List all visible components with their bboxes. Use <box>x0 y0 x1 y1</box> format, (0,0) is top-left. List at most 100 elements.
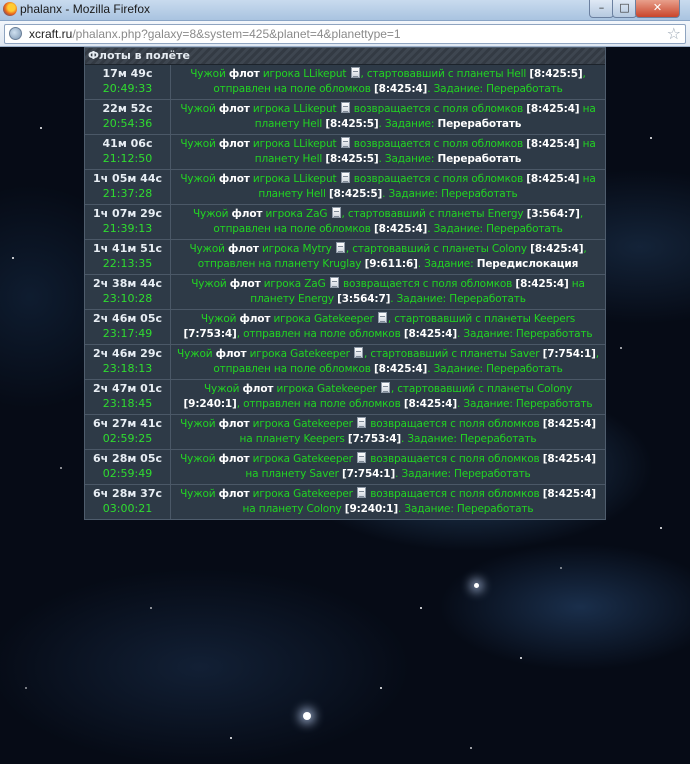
fleet-info-icon[interactable] <box>329 277 339 288</box>
fleet-connector: на <box>239 433 253 445</box>
fleet-coords-2[interactable]: [9:240:1] <box>345 503 398 515</box>
fleet-destination: отправлен на поле обломков <box>213 83 375 95</box>
fleet-prefix: Чужой <box>177 348 216 360</box>
fleet-coords-1[interactable]: [8:425:4] <box>530 243 583 255</box>
fleet-row: 1ч 07м 29с 21:39:13 Чужой флот игрока ZaG … <box>85 205 605 240</box>
fleet-duration: 2ч 38м 44с <box>93 277 162 290</box>
fleet-player[interactable]: игрока LLikeput <box>250 103 340 115</box>
fleet-connector: на <box>579 173 596 185</box>
fleet-prefix: Чужой <box>189 243 228 255</box>
fleet-time-cell: 6ч 28м 05с 02:59:49 <box>85 450 171 484</box>
fleet-arrival-time: 21:39:13 <box>102 222 153 235</box>
fleet-prefix: Чужой <box>180 173 219 185</box>
fleet-player[interactable]: игрока Gatekeeper <box>249 418 356 430</box>
fleet-arrival-time: 20:54:36 <box>102 117 153 130</box>
fleet-coords-2[interactable]: [8:425:4] <box>404 398 457 410</box>
fleet-coords-1[interactable]: [9:240:1] <box>184 398 237 410</box>
fleet-info-icon[interactable] <box>377 312 387 323</box>
fleet-coords-1[interactable]: [7:754:1] <box>543 348 596 360</box>
url-path: /phalanx.php?galaxy=8&system=425&planet=… <box>72 27 401 41</box>
fleet-coords-2[interactable]: [8:425:4] <box>374 83 427 95</box>
fleet-arrival-time: 23:18:45 <box>102 397 153 410</box>
fleet-player[interactable]: игрока Gatekeeper <box>273 383 380 395</box>
fleet-time-cell: 6ч 28м 37с 03:00:21 <box>85 485 171 519</box>
fleet-coords-1[interactable]: [8:425:4] <box>543 488 596 500</box>
fleet-coords-1[interactable]: [3:564:7] <box>527 208 580 220</box>
maximize-button[interactable]: □ <box>612 0 637 18</box>
fleet-player[interactable]: игрока Gatekeeper <box>249 453 356 465</box>
fleet-coords-1[interactable]: [8:425:4] <box>543 418 596 430</box>
fleet-origin: возвращается с поля обломков <box>350 138 527 150</box>
fleet-coords-1[interactable]: [8:425:4] <box>515 278 568 290</box>
fleet-origin: , стартовавший с планеты Keepers <box>387 313 576 325</box>
fleet-player[interactable]: игрока LLikeput <box>250 138 340 150</box>
fleet-destination: отправлен на поле обломков <box>213 363 375 375</box>
fleet-info-icon[interactable] <box>335 242 345 253</box>
fleet-mission-label: . Задание: Переработать <box>427 363 563 375</box>
fleet-info-icon[interactable] <box>331 207 341 218</box>
fleet-arrival-time: 02:59:25 <box>102 432 153 445</box>
fleet-coords-2[interactable]: [8:425:5] <box>325 118 378 130</box>
fleet-info-icon[interactable] <box>357 452 367 463</box>
fleet-coords-1[interactable]: [7:753:4] <box>184 328 237 340</box>
close-button[interactable]: ✕ <box>635 0 680 18</box>
fleet-player[interactable]: игрока Gatekeeper <box>270 313 377 325</box>
fleet-info-icon[interactable] <box>357 417 367 428</box>
fleet-coords-2[interactable]: [8:425:5] <box>329 188 382 200</box>
fleet-duration: 1ч 05м 44с <box>93 172 162 185</box>
fleet-player[interactable]: игрока Mytry <box>259 243 335 255</box>
fleet-coords-1[interactable]: [8:425:4] <box>526 138 579 150</box>
fleet-row: 6ч 28м 37с 03:00:21 Чужой флот игрока Gate… <box>85 485 605 519</box>
bookmark-star-icon[interactable]: ☆ <box>667 24 681 43</box>
fleet-destination: планету Colony <box>255 503 345 515</box>
fleet-coords-1[interactable]: [8:425:4] <box>526 103 579 115</box>
fleet-connector: на <box>245 468 259 480</box>
fleet-info-icon[interactable] <box>350 67 360 78</box>
fleet-duration: 6ч 27м 41с <box>93 417 162 430</box>
fleet-row: 1ч 05м 44с 21:37:28 Чужой флот игрока LLik… <box>85 170 605 205</box>
fleet-description: Чужой флот игрока LLikeput , стартовавши… <box>171 65 605 99</box>
fleet-info-icon[interactable] <box>340 137 350 148</box>
fleet-player[interactable]: игрока LLikeput <box>250 173 340 185</box>
fleet-mission-label: . Задание: Переработать <box>401 433 537 445</box>
fleet-coords-1[interactable]: [8:425:4] <box>543 453 596 465</box>
fleet-mission-label: . Задание: Переработать <box>427 223 563 235</box>
fleet-duration: 2ч 46м 29с <box>93 347 162 360</box>
fleet-row: 2ч 46м 29с 23:18:13 Чужой флот игрока Gate… <box>85 345 605 380</box>
fleet-mission-label: . Задание: Переработать <box>397 503 534 515</box>
fleet-coords-2[interactable]: [7:754:1] <box>342 468 395 480</box>
fleet-description: Чужой флот игрока LLikeput возвращается … <box>171 100 605 134</box>
fleet-row: 2ч 38м 44с 23:10:28 Чужой флот игрока ZaG … <box>85 275 605 310</box>
fleet-coords-2[interactable]: [8:425:5] <box>325 153 378 165</box>
fleet-player[interactable]: игрока Gatekeeper <box>249 488 356 500</box>
fleet-row: 2ч 47м 01с 23:18:45 Чужой флот игрока Gate… <box>85 380 605 415</box>
fleet-coords-2[interactable]: [8:425:4] <box>404 328 457 340</box>
fleet-arrival-time: 21:37:28 <box>102 187 153 200</box>
fleet-coords-2[interactable]: [7:753:4] <box>348 433 401 445</box>
fleet-mission-label: . Задание: Переработать <box>427 83 563 95</box>
fleet-player[interactable]: игрока LLikeput <box>260 68 350 80</box>
fleet-coords-1[interactable]: [8:425:5] <box>529 68 582 80</box>
panel-title: Флоты в полёте <box>85 48 605 65</box>
fleet-info-icon[interactable] <box>340 102 350 113</box>
fleet-coords-2[interactable]: [3:564:7] <box>337 293 390 305</box>
fleet-info-icon[interactable] <box>380 382 390 393</box>
fleet-coords-2[interactable]: [9:611:6] <box>365 258 418 270</box>
fleet-info-icon[interactable] <box>357 487 367 498</box>
fleet-info-icon[interactable] <box>340 172 350 183</box>
fleet-player[interactable]: игрока ZaG <box>262 208 330 220</box>
fleet-coords-2[interactable]: [8:425:4] <box>374 223 427 235</box>
minimize-button[interactable]: – <box>589 0 614 18</box>
fleet-destination: планету Keepers <box>252 433 348 445</box>
fleet-word: флот <box>218 418 250 430</box>
fleet-coords-1[interactable]: [8:425:4] <box>526 173 579 185</box>
fleet-arrival-time: 02:59:49 <box>102 467 153 480</box>
fleet-info-icon[interactable] <box>354 347 363 358</box>
fleet-origin: возвращается с поля обломков <box>367 453 543 465</box>
fleet-time-cell: 6ч 27м 41с 02:59:25 <box>85 415 171 449</box>
url-field[interactable]: xcraft.ru/phalanx.php?galaxy=8&system=42… <box>4 24 686 44</box>
fleet-origin: , стартовавший с планеты Energy <box>341 208 527 220</box>
fleet-coords-2[interactable]: [8:425:4] <box>374 363 427 375</box>
fleet-player[interactable]: игрока Gatekeeper <box>246 348 353 360</box>
fleet-player[interactable]: игрока ZaG <box>261 278 329 290</box>
